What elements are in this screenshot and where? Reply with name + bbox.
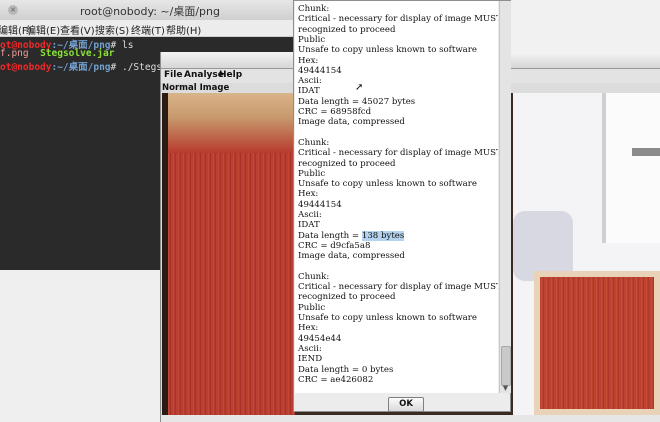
- terminal-title: root@nobody: ~/桌面/png: [80, 5, 220, 18]
- ok-button[interactable]: OK: [388, 397, 424, 412]
- menu-edit[interactable]: 编辑(E): [26, 22, 60, 37]
- chunk-info-line: Chunk:: [298, 271, 330, 282]
- chunk-info-line: Ascii:: [298, 76, 322, 87]
- chunk-info-line: Ascii:: [298, 210, 322, 220]
- scrollbar-thumb[interactable]: [501, 346, 511, 386]
- chunk-info-line: Public: [298, 302, 326, 313]
- window-rail: [632, 148, 660, 156]
- chunk-info-line: Chunk:: [298, 4, 330, 14]
- chunk-info-line: IEND: [298, 354, 323, 365]
- dialog-scrollbar[interactable]: ▼: [499, 1, 511, 393]
- terminal-line: ot@nobody:~/桌面/png# ./Stegsolve: [0, 62, 185, 73]
- chunk-info-line: Critical - necessary for display of imag…: [298, 148, 498, 159]
- chunk-info-line: recognized to proceed: [298, 158, 396, 169]
- menu-view[interactable]: 查看(V): [60, 22, 95, 37]
- terminal-titlebar: × root@nobody: ~/桌面/png: [0, 0, 300, 21]
- chunk-info-line: IDAT: [298, 86, 320, 97]
- chunk-info-line: IDAT: [298, 220, 320, 231]
- chunk-info-line: recognized to proceed: [298, 24, 396, 35]
- chunk-info-line: recognized to proceed: [298, 292, 396, 303]
- menu-analyse[interactable]: Analyse: [184, 70, 224, 80]
- chunk-info-line: Hex:: [298, 189, 319, 200]
- chunk-info-line: Critical - necessary for display of imag…: [298, 282, 498, 293]
- chunk-info-line: Hex:: [298, 55, 319, 66]
- menu-help[interactable]: 帮助(H): [166, 22, 201, 37]
- chunk-info-line: CRC = 68958fcd: [298, 107, 372, 117]
- chunk-info-line: Data length = 0 bytes: [298, 364, 394, 375]
- train-window: [602, 93, 660, 243]
- chunk-info-line: Data length = 138 bytes: [298, 230, 405, 241]
- chunk-info-line: Hex:: [298, 323, 319, 334]
- chunk-info-line: Chunk:: [298, 137, 330, 148]
- chunk-info-line: CRC = d9cfa5a8: [298, 240, 371, 251]
- chunk-info-line: 49454e44: [298, 333, 342, 344]
- mouse-pointer-icon: ➚: [355, 82, 364, 93]
- chunk-info-line: Public: [298, 34, 326, 45]
- desktop-background: [0, 270, 160, 422]
- seat-edge: [162, 93, 168, 415]
- chunk-info-line: Ascii:: [298, 343, 322, 354]
- chunk-info-line: CRC = ae426082: [298, 374, 374, 385]
- chunk-info-line: Image data, compressed: [298, 251, 405, 262]
- chunk-info-line: 49444154: [298, 65, 342, 76]
- chunk-info-line: Image data, compressed: [298, 117, 405, 128]
- chunk-info-line: Unsafe to copy unless known to software: [298, 45, 477, 56]
- seat-fabric-right: [534, 271, 660, 415]
- menu-terminal[interactable]: 终端(T): [131, 22, 165, 37]
- stegsolve-footer: [161, 415, 660, 422]
- scroll-down-arrow-icon[interactable]: ▼: [500, 383, 511, 393]
- chunk-info-line: 49444154: [298, 199, 342, 210]
- image-mode-label: Normal Image: [162, 83, 230, 93]
- terminal-line: f.png Stegsolve.jar: [0, 48, 115, 59]
- chunk-info-line: Data length = 45027 bytes: [298, 96, 416, 107]
- chunk-info-line: Unsafe to copy unless known to software: [298, 179, 477, 190]
- menu-help[interactable]: Help: [219, 70, 242, 80]
- selected-text: 138 bytes: [361, 230, 405, 241]
- chunk-info-dialog: Chunk: Critical - necessary for display o…: [293, 0, 511, 412]
- menu-file[interactable]: File: [164, 70, 182, 80]
- chunk-info-line: Public: [298, 168, 326, 179]
- menu-search[interactable]: 搜索(S): [95, 22, 129, 37]
- terminal-menubar: 编辑(F) 编辑(E) 查看(V) 搜索(S) 终端(T) 帮助(H): [0, 20, 300, 37]
- chunk-info-text[interactable]: Chunk: Critical - necessary for display o…: [295, 1, 498, 393]
- chunk-info-line: Unsafe to copy unless known to software: [298, 313, 477, 323]
- seat-top-left: [162, 93, 295, 153]
- chunk-info-line: Critical - necessary for display of imag…: [298, 14, 498, 25]
